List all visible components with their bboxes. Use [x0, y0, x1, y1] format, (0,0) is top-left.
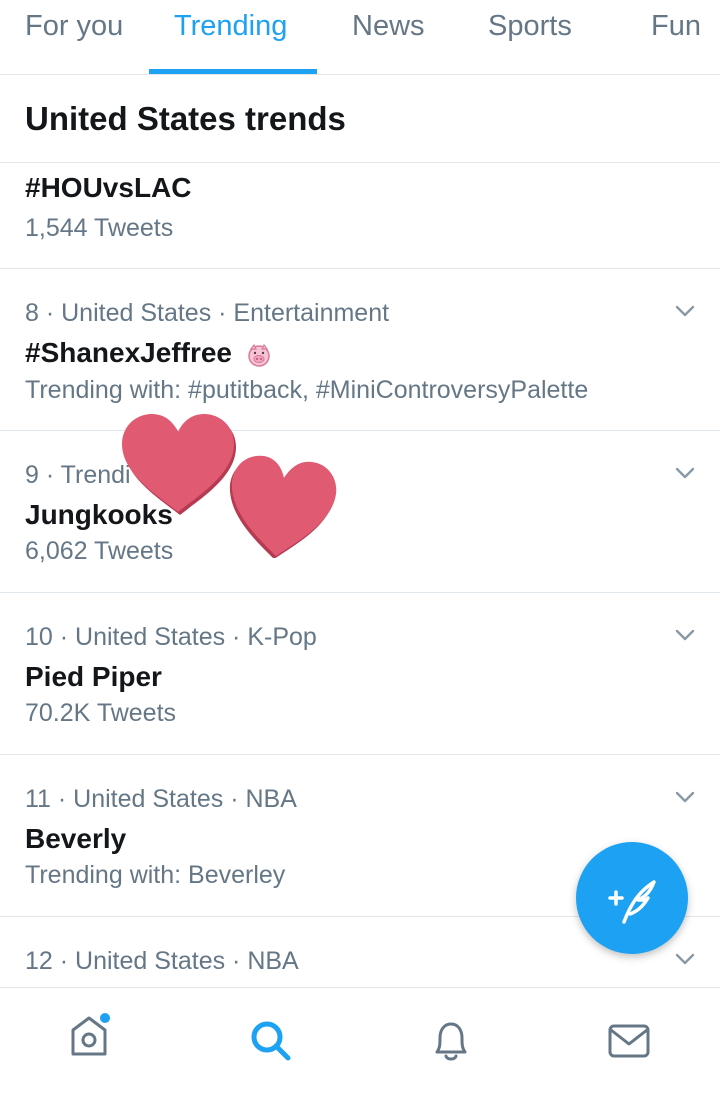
trend-meta: 12 · United States · NBA [25, 947, 299, 975]
pig-emoji-icon [248, 343, 270, 367]
trend-related: Trending with: Beverley [25, 861, 286, 889]
trend-meta: 11 · United States · NBA [25, 785, 297, 813]
heart-sticker-icon [122, 414, 236, 515]
trend-related: Trending with: #putitback, #MiniControve… [25, 376, 589, 404]
trend-meta: 10 · United States · K-Pop [25, 623, 317, 651]
trend-name: #ShanexJeffree [25, 337, 233, 368]
bottom-nav [0, 987, 720, 1100]
chevron-down-icon[interactable] [673, 461, 697, 485]
tab-sports[interactable]: Sports [488, 10, 572, 43]
trend-item-jungkooks[interactable]: 9 · Trendi Jungkooks 6,062 Tweets [0, 431, 720, 592]
trend-tweet-count: 70.2K Tweets [25, 699, 177, 727]
compose-quill-icon [608, 880, 656, 924]
notifications-bell-icon[interactable] [428, 1016, 474, 1066]
tab-news[interactable]: News [352, 10, 425, 43]
tab-trending[interactable]: Trending [174, 10, 287, 43]
trend-name: Beverly [25, 823, 127, 854]
top-tabs: For you Trending News Sports Fun [0, 0, 720, 75]
compose-tweet-button[interactable] [576, 842, 688, 954]
trend-name-row: #ShanexJeffree [25, 337, 272, 369]
trend-meta: 9 · Trendi [25, 461, 131, 489]
trend-meta: 8 · United States · Entertainment [25, 299, 390, 327]
chevron-down-icon[interactable] [673, 785, 697, 809]
tab-fun[interactable]: Fun [651, 10, 701, 43]
trend-item-pied-piper[interactable]: 10 · United States · K-Pop Pied Piper 70… [0, 593, 720, 754]
tab-for-you[interactable]: For you [25, 10, 123, 43]
trend-name: Pied Piper [25, 661, 162, 692]
chevron-down-icon[interactable] [673, 623, 697, 647]
trend-name: #HOUvsLAC [25, 172, 192, 203]
trend-tweet-count: 6,062 Tweets [25, 537, 174, 565]
heart-sticker-icon [229, 455, 337, 558]
page-title: United States trends [25, 100, 346, 137]
trend-item-houvslac[interactable]: #HOUvsLAC 1,544 Tweets [0, 163, 720, 268]
search-icon[interactable] [248, 1018, 294, 1064]
chevron-down-icon[interactable] [673, 299, 697, 323]
home-icon[interactable] [68, 1010, 114, 1060]
trend-tweet-count: 1,544 Tweets [25, 214, 174, 242]
active-tab-indicator [149, 69, 317, 74]
messages-envelope-icon[interactable] [607, 1022, 653, 1062]
trend-item-shanexjeffree[interactable]: 8 · United States · Entertainment #Shane… [0, 269, 720, 430]
